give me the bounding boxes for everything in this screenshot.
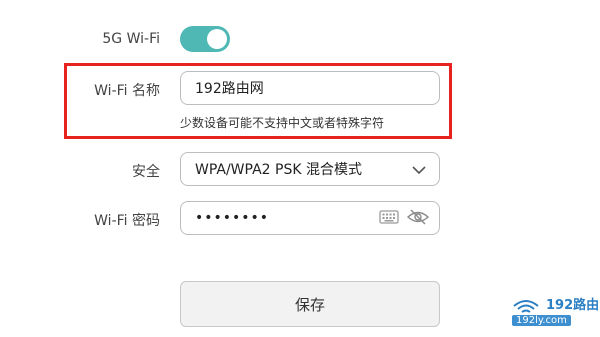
security-label: 安全 [132, 164, 160, 180]
chevron-down-icon [412, 166, 426, 175]
site-watermark: 192路由网 192ly.com [508, 294, 600, 334]
password-field[interactable]: •••••••• [180, 201, 440, 235]
toggle-knob [207, 29, 227, 49]
ssid-field[interactable] [180, 71, 440, 105]
wifi-5g-toggle[interactable] [180, 26, 230, 52]
watermark-url: 192ly.com [512, 315, 571, 326]
security-select[interactable]: WPA/WPA2 PSK 混合模式 [180, 152, 440, 186]
wifi-5g-label: 5G Wi-Fi [102, 31, 160, 47]
ssid-label: Wi-Fi 名称 [94, 83, 160, 99]
ssid-input[interactable] [195, 80, 425, 96]
password-masked-value: •••••••• [195, 210, 270, 226]
security-selected-value: WPA/WPA2 PSK 混合模式 [195, 162, 362, 178]
keyboard-icon[interactable] [379, 209, 399, 225]
ssid-hint: 少数设备可能不支持中文或者特殊字符 [180, 116, 385, 130]
password-label: Wi-Fi 密码 [94, 213, 160, 229]
save-button[interactable]: 保存 [180, 281, 440, 327]
eye-icon[interactable] [407, 208, 429, 226]
watermark-title: 192路由网 [546, 298, 600, 313]
